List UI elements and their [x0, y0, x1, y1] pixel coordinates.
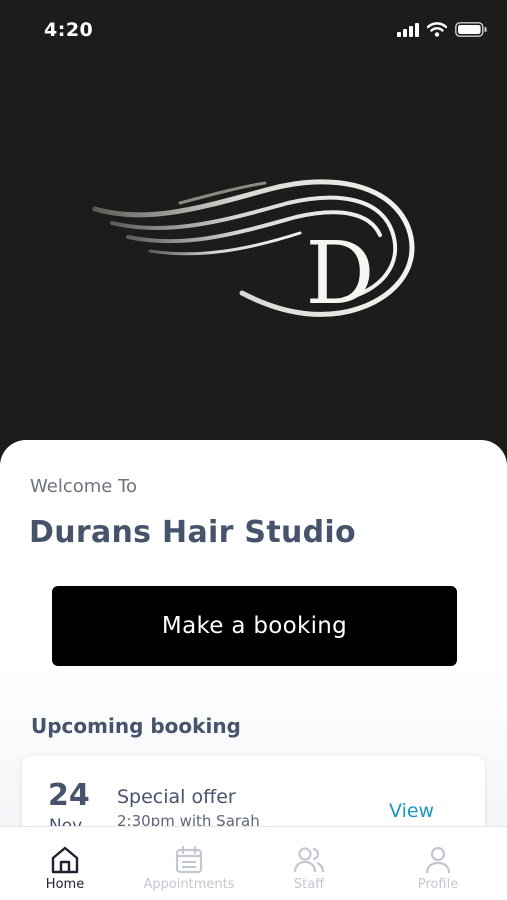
make-booking-label: Make a booking — [161, 613, 348, 639]
hero-header: 4:20 D — [0, 0, 507, 480]
status-time: 4:20 — [44, 19, 94, 41]
battery-icon — [455, 21, 487, 41]
tab-profile-label: Profile — [417, 877, 459, 892]
calendar-icon — [175, 845, 203, 874]
staff-icon — [293, 847, 325, 873]
wifi-icon — [426, 21, 448, 41]
tab-home[interactable]: Home — [2, 827, 128, 900]
tab-profile[interactable]: Profile — [375, 827, 501, 900]
status-bar: 4:20 — [0, 0, 507, 62]
logo-letter: D — [306, 224, 375, 324]
home-icon — [51, 846, 79, 874]
upcoming-booking-title: Upcoming booking — [31, 714, 241, 738]
profile-icon — [425, 846, 451, 874]
booking-title: Special offer — [117, 786, 236, 808]
welcome-text: Welcome To — [30, 476, 138, 497]
status-icons — [397, 21, 487, 41]
make-booking-button[interactable]: Make a booking — [52, 586, 457, 666]
tab-appointments[interactable]: Appointments — [126, 827, 252, 900]
tab-appointments-label: Appointments — [143, 877, 235, 892]
view-booking-link[interactable]: View — [389, 800, 434, 822]
bottom-tab-bar: Home Appointments Staff Profile — [0, 826, 507, 900]
studio-name: Durans Hair Studio — [29, 515, 356, 550]
studio-logo: D — [90, 165, 420, 335]
tab-staff[interactable]: Staff — [246, 827, 372, 900]
cellular-signal-icon — [397, 22, 419, 41]
tab-staff-label: Staff — [293, 877, 325, 892]
booking-day: 24 — [48, 778, 90, 813]
tab-home-label: Home — [45, 877, 85, 892]
